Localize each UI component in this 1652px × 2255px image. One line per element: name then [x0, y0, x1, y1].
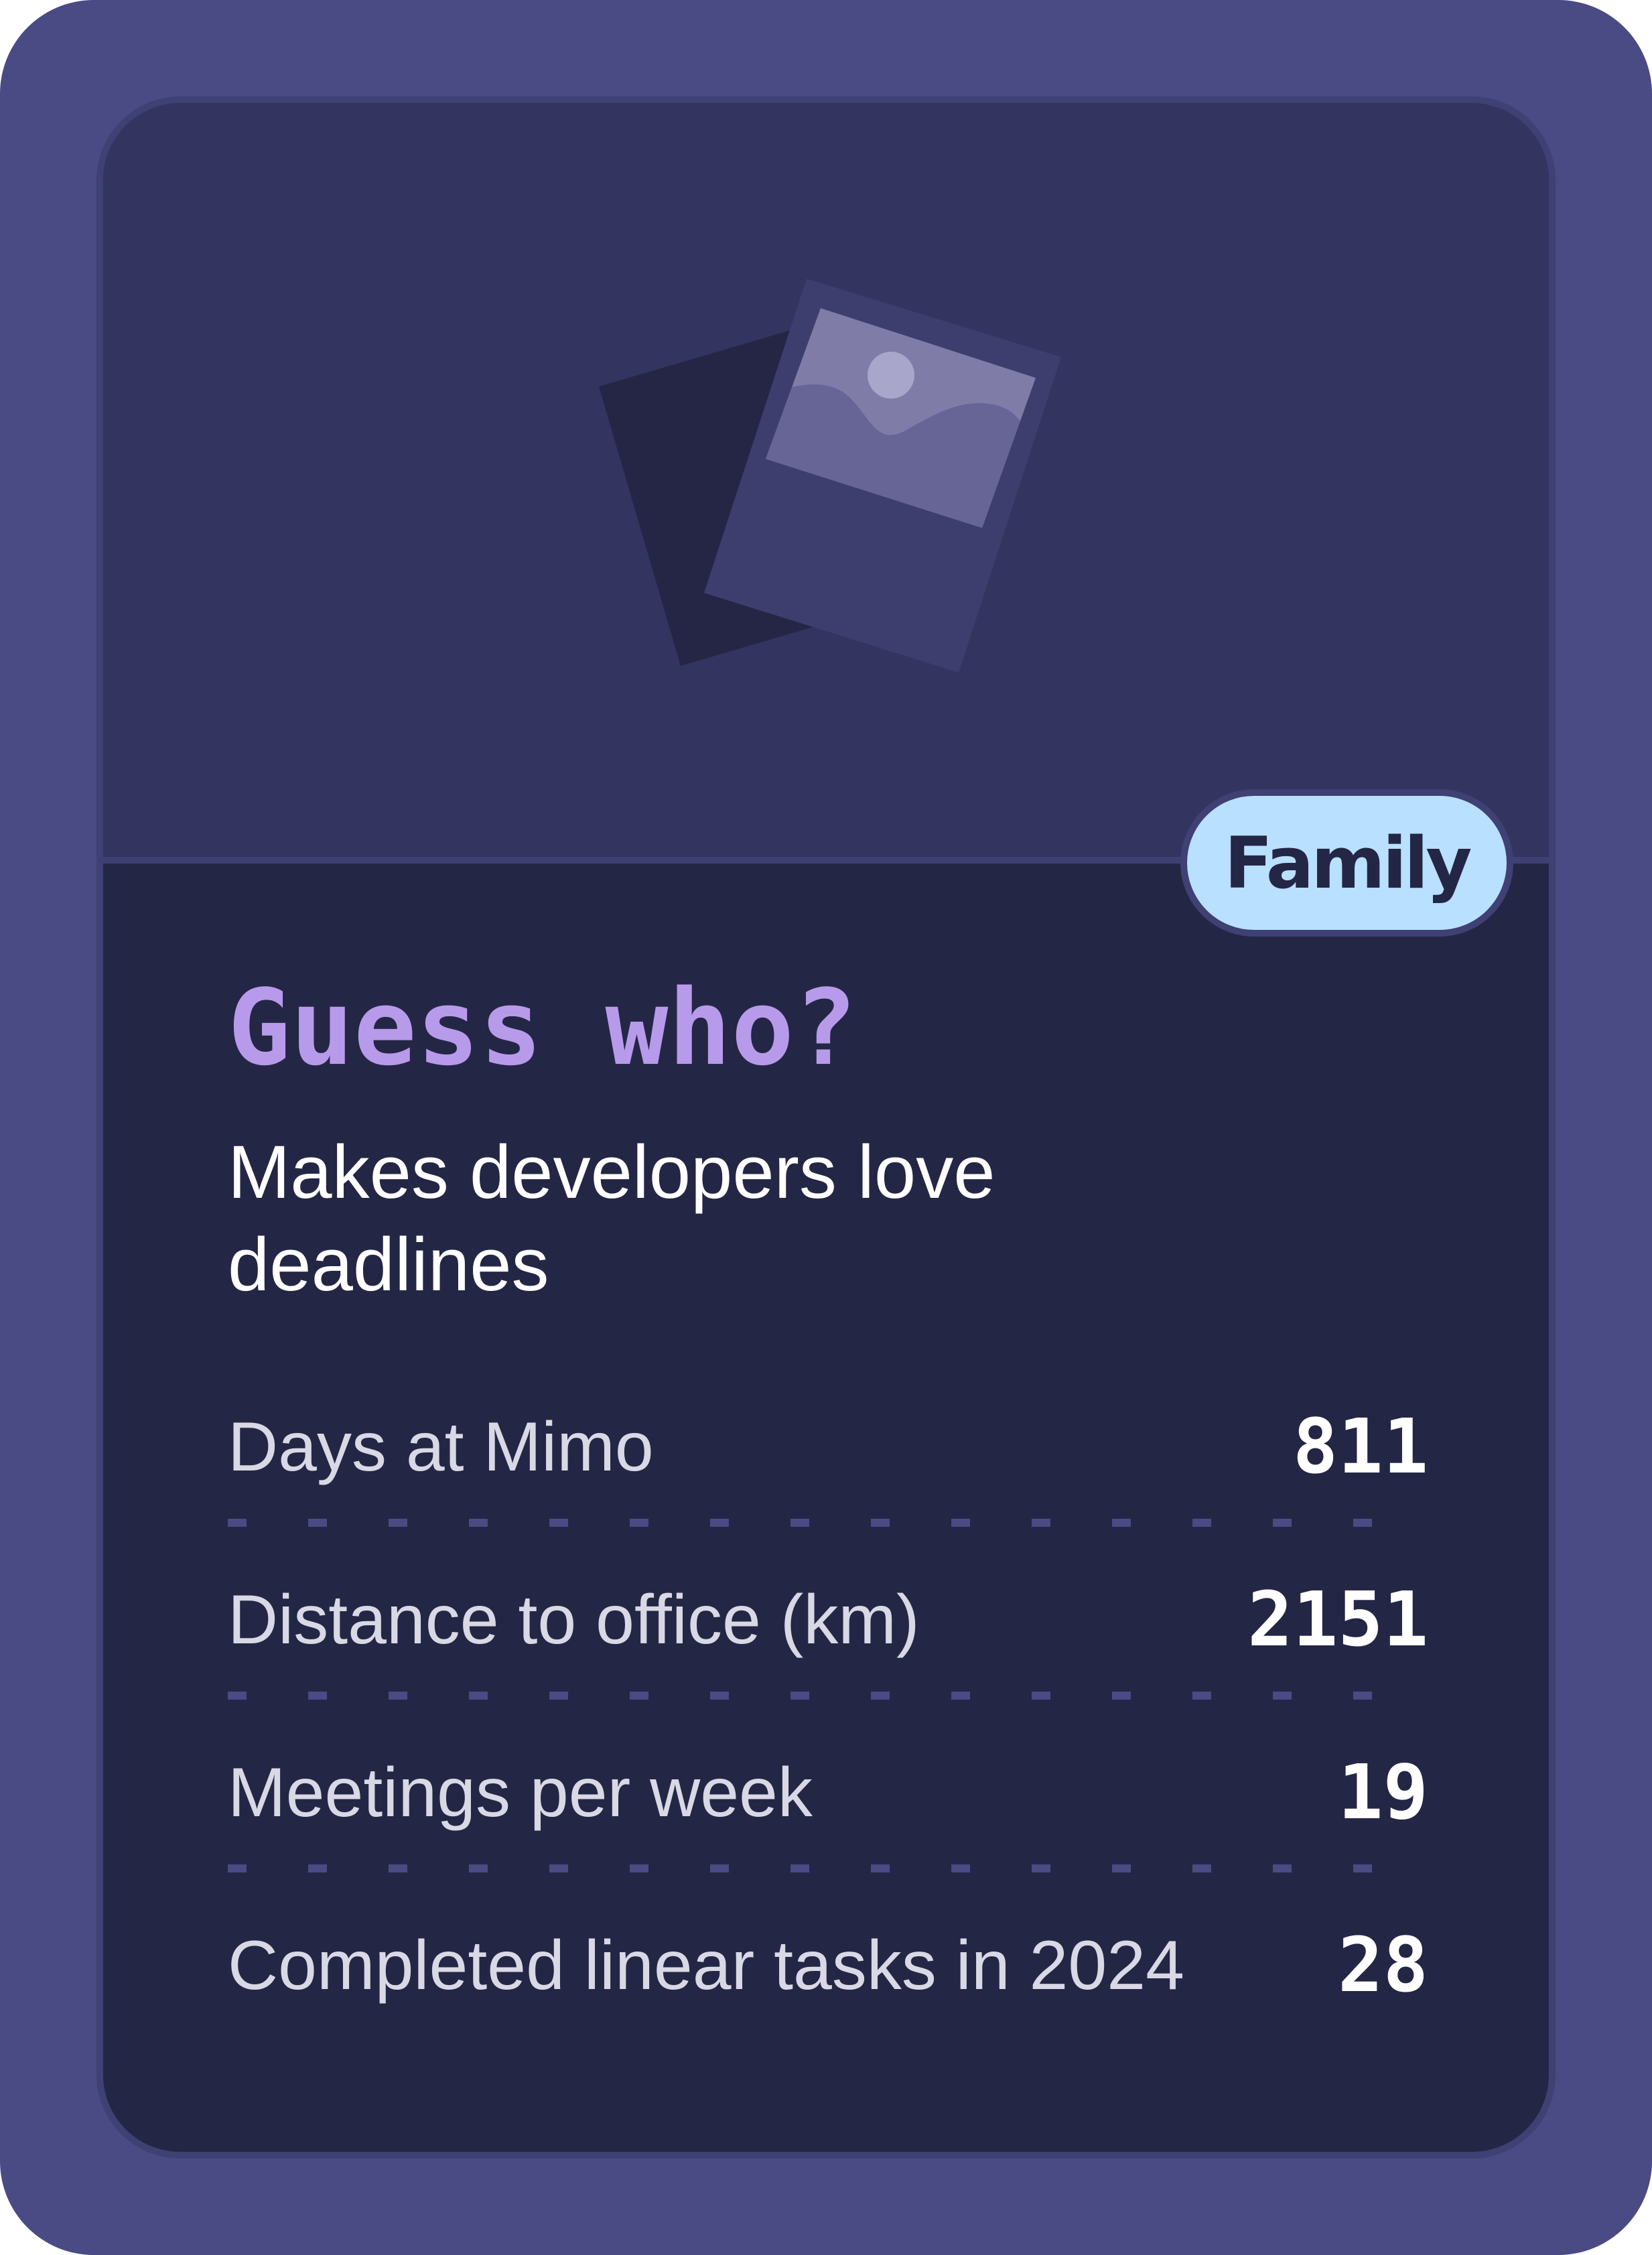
photo-cards-icon: [599, 279, 1061, 673]
stat-row-distance-to-office: Distance to office (km) 2151: [228, 1580, 1428, 1753]
card-title: Guess who?: [228, 967, 857, 1089]
stat-label: Meetings per week: [228, 1754, 813, 1832]
stat-value: 19: [1338, 1749, 1428, 1836]
stat-label: Distance to office (km): [228, 1581, 920, 1659]
card-frame: Family Guess who? Makes developers love …: [0, 0, 1652, 2255]
card-hero: [103, 103, 1549, 864]
stat-row-days-at-mimo: Days at Mimo 811: [228, 1407, 1428, 1580]
stat-label: Days at Mimo: [228, 1408, 654, 1486]
stat-label: Completed linear tasks in 2024: [228, 1927, 1184, 2004]
stat-value: 2151: [1247, 1576, 1428, 1663]
card-subtitle: Makes developers love deadlines: [228, 1130, 995, 1306]
stat-value: 811: [1292, 1404, 1428, 1491]
category-tag: Family: [1180, 789, 1513, 937]
stats-list: Days at Mimo 811 Distance to office (km)…: [228, 1407, 1428, 2098]
stat-value: 28: [1338, 1922, 1428, 2009]
guess-who-card: Family Guess who? Makes developers love …: [96, 96, 1556, 2159]
stat-row-meetings-per-week: Meetings per week 19: [228, 1753, 1428, 1925]
stat-row-completed-linear-tasks: Completed linear tasks in 2024 28: [228, 1925, 1428, 2098]
